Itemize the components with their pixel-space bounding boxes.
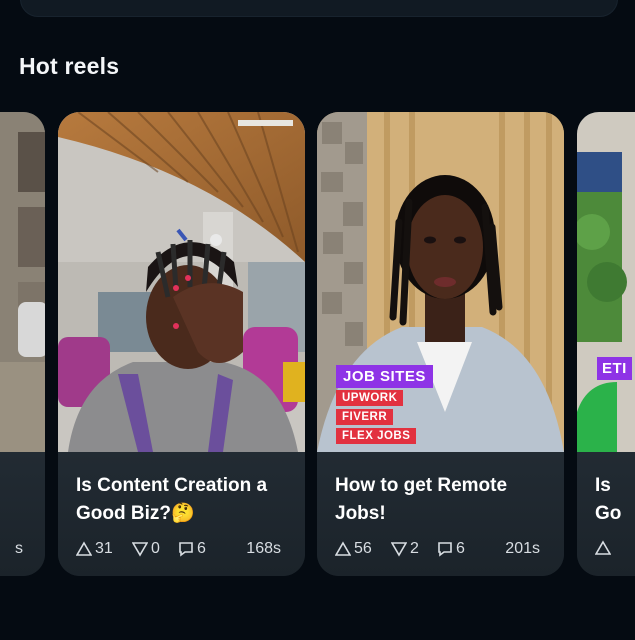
reel-card[interactable]: s <box>0 112 45 576</box>
reel-title: Is Content Creation a Good Biz?🤔 <box>76 475 268 524</box>
comment-button[interactable]: 6 <box>437 540 465 558</box>
reel-duration: s <box>15 540 23 557</box>
comment-button[interactable]: 6 <box>178 540 206 558</box>
search-bar[interactable] <box>20 0 618 17</box>
upvote-button[interactable]: 56 <box>335 540 372 558</box>
overlay-item: FLEX JOBS <box>336 428 417 444</box>
reel-card[interactable]: ETI Is Go <box>577 112 635 576</box>
reels-carousel[interactable]: s Is Content Creation a Good Biz?🤔 31 0 … <box>0 112 635 578</box>
reel-thumbnail <box>58 112 305 452</box>
upvote-icon <box>76 541 92 556</box>
reel-info: How to get Remote Jobs! 56 2 6 201s <box>317 452 564 576</box>
comment-icon <box>438 542 452 557</box>
downvote-count: 2 <box>410 540 419 557</box>
upvote-count: 56 <box>354 540 372 557</box>
reel-title: How to get Remote Jobs! <box>335 475 508 524</box>
section-title: Hot reels <box>19 53 120 79</box>
reel-card[interactable]: Is Content Creation a Good Biz?🤔 31 0 6 … <box>58 112 305 576</box>
overlay-heading: ETI <box>597 357 632 380</box>
reel-info: Is Content Creation a Good Biz?🤔 31 0 6 … <box>58 452 305 576</box>
reel-title: Is Go <box>595 475 622 524</box>
comment-count: 6 <box>197 540 206 557</box>
overlay-heading: JOB SITES <box>336 365 433 388</box>
comment-count: 6 <box>456 540 465 557</box>
reel-card[interactable]: JOB SITES UPWORK FIVERR FLEX JOBS How to… <box>317 112 564 576</box>
reel-duration: 201s <box>505 540 540 557</box>
reel-stats <box>595 540 635 562</box>
upvote-icon <box>595 540 611 555</box>
reel-thumbnail <box>0 112 45 452</box>
reel-thumbnail: JOB SITES UPWORK FIVERR FLEX JOBS <box>317 112 564 452</box>
downvote-button[interactable]: 2 <box>391 540 419 558</box>
reel-info: Is Go <box>577 452 635 576</box>
downvote-icon <box>132 542 148 557</box>
reel-info: s <box>0 452 45 576</box>
upvote-button[interactable]: 31 <box>76 540 113 558</box>
reel-stats: 31 0 6 168s <box>76 540 291 562</box>
downvote-count: 0 <box>151 540 160 557</box>
overlay-item: UPWORK <box>336 390 404 406</box>
reel-thumbnail: ETI <box>577 112 635 452</box>
upvote-button[interactable] <box>595 540 611 556</box>
upvote-count: 31 <box>95 540 113 557</box>
reel-stats: 56 2 6 201s <box>335 540 550 562</box>
reel-duration: 168s <box>246 540 281 557</box>
upvote-icon <box>335 541 351 556</box>
comment-icon <box>179 542 193 557</box>
downvote-button[interactable]: 0 <box>132 540 160 558</box>
downvote-icon <box>391 542 407 557</box>
overlay-item: FIVERR <box>336 409 394 425</box>
